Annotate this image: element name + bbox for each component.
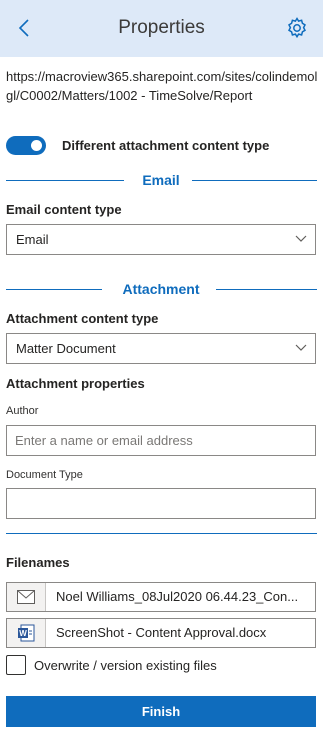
svg-text:W: W bbox=[19, 629, 27, 638]
email-content-type-select[interactable]: Email bbox=[6, 224, 316, 255]
section-rule-left bbox=[6, 289, 102, 290]
attachment-type-toggle-row: Different attachment content type bbox=[6, 135, 269, 155]
email-content-type-value: Email bbox=[16, 232, 49, 247]
overwrite-row: Overwrite / version existing files bbox=[6, 655, 217, 675]
section-rule-right bbox=[192, 180, 317, 181]
filenames-label: Filenames bbox=[6, 555, 70, 570]
toggle-label: Different attachment content type bbox=[62, 137, 270, 153]
filename-row-email[interactable]: Noel Williams_08Jul2020 06.44.23_Con... bbox=[6, 582, 316, 612]
location-url: https://macroview365.sharepoint.com/site… bbox=[6, 69, 318, 103]
finish-button[interactable]: Finish bbox=[6, 696, 316, 727]
attachment-type-toggle[interactable] bbox=[6, 135, 46, 155]
word-doc-icon: W bbox=[7, 619, 45, 647]
section-rule-left bbox=[6, 180, 124, 181]
author-label: Author bbox=[6, 405, 39, 417]
page-title: Properties bbox=[118, 17, 205, 38]
filename-text[interactable]: ScreenShot - Content Approval.docx bbox=[45, 619, 315, 647]
email-section-title: Email bbox=[142, 172, 180, 188]
filename-text[interactable]: Noel Williams_08Jul2020 06.44.23_Con... bbox=[45, 583, 315, 611]
filename-row-attachment[interactable]: W ScreenShot - Content Approval.docx bbox=[6, 618, 316, 648]
document-type-label: Document Type bbox=[6, 469, 83, 481]
section-divider bbox=[6, 533, 317, 534]
overwrite-label: Overwrite / version existing files bbox=[34, 657, 217, 673]
attachment-content-type-select[interactable]: Matter Document bbox=[6, 333, 316, 364]
document-type-input[interactable] bbox=[6, 488, 316, 519]
chevron-down-icon bbox=[295, 235, 307, 242]
email-content-type-label: Email content type bbox=[6, 202, 122, 217]
attachment-content-type-value: Matter Document bbox=[16, 341, 116, 356]
toggle-knob bbox=[31, 139, 42, 151]
author-input[interactable] bbox=[6, 425, 316, 456]
chevron-down-icon bbox=[295, 344, 307, 351]
header-bar: Properties bbox=[0, 0, 323, 57]
email-section-header: Email bbox=[6, 171, 317, 191]
gear-icon[interactable] bbox=[285, 16, 309, 40]
attachment-properties-label: Attachment properties bbox=[6, 376, 145, 391]
section-rule-right bbox=[216, 289, 317, 290]
envelope-icon bbox=[7, 583, 45, 611]
attachment-content-type-label: Attachment content type bbox=[6, 311, 159, 326]
attachment-section-title: Attachment bbox=[122, 281, 200, 297]
attachment-section-header: Attachment bbox=[6, 280, 317, 300]
overwrite-checkbox[interactable] bbox=[6, 655, 26, 675]
